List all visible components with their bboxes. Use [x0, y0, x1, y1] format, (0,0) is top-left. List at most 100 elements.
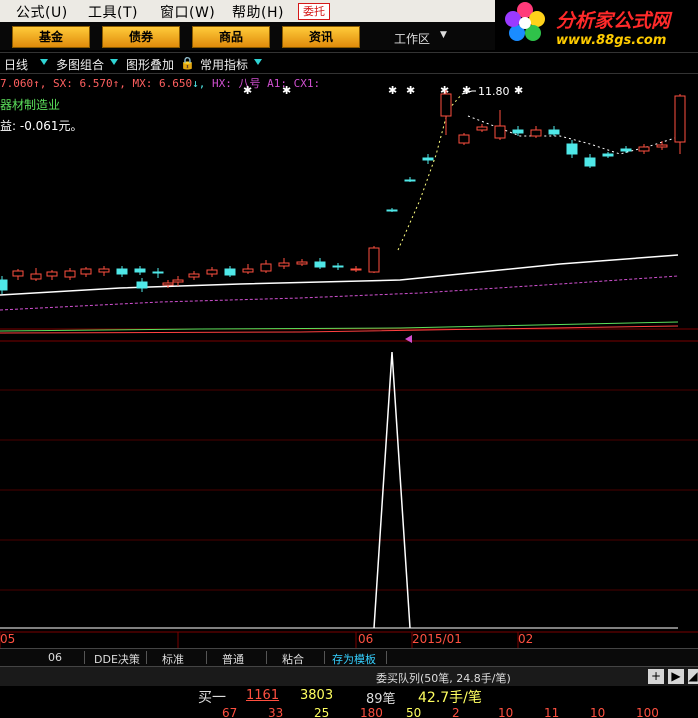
candle-body — [136, 281, 148, 289]
menu-formula[interactable]: 公式(U) — [16, 2, 68, 22]
ma-line-white — [0, 254, 679, 296]
queue-detail-value: 67 — [222, 708, 238, 718]
tab-separator — [266, 651, 267, 664]
logo-url: www.88gs.com — [556, 33, 667, 48]
commodity-button[interactable]: 商品 — [192, 26, 270, 48]
queue-detail-value: 100 — [636, 708, 659, 718]
fund-button[interactable]: 基金 — [12, 26, 90, 48]
queue-detail-row: 67 33 25 180 50 2 10 11 10 100 — [0, 708, 698, 718]
signal-star-icon: ✱ — [243, 84, 252, 97]
candle-body — [386, 209, 398, 212]
candle-body — [152, 271, 164, 274]
queue-detail-value: 2 — [452, 708, 460, 718]
tab-save-template[interactable]: 存为模板 — [332, 651, 376, 667]
logo-title: 分析家公式网 — [556, 10, 671, 32]
candle-body — [296, 261, 308, 265]
candle-body — [332, 265, 344, 268]
buy-level-label: 买一 — [198, 690, 226, 706]
buy-count: 89笔 — [366, 692, 396, 707]
buy-volume: 3803 — [300, 688, 334, 703]
signal-star-icon: ✱ — [282, 84, 291, 97]
queue-detail-value: 180 — [360, 708, 383, 718]
menu-tools[interactable]: 工具(T) — [88, 2, 138, 22]
candle-body — [656, 144, 668, 148]
candle-body — [368, 247, 380, 273]
menu-window[interactable]: 窗口(W) — [160, 2, 215, 22]
tab-separator — [386, 651, 387, 664]
news-button[interactable]: 资讯 — [282, 26, 360, 48]
candle-body — [30, 273, 42, 280]
candle-body — [350, 268, 362, 271]
candle-body — [584, 157, 596, 167]
trend-dash-line — [397, 93, 463, 251]
order-button[interactable]: 委托 — [298, 3, 330, 20]
signal-star-icon: ✱ — [514, 84, 523, 97]
candle-body — [404, 179, 416, 182]
axis-label-2015-01: 2015/01 — [412, 632, 462, 646]
menu-help[interactable]: 帮助(H) — [232, 2, 284, 22]
signal-star-icon: ✱ — [406, 84, 415, 97]
buy-queue-header: 委买队列(50笔, 24.8手/笔) + ▶ ◢ — [0, 666, 698, 687]
candlestick-series — [0, 90, 686, 294]
lower-grid — [0, 389, 698, 591]
candle-body — [530, 129, 542, 137]
tab-standard[interactable]: 标准 — [162, 651, 184, 667]
axis-label-02: 02 — [518, 632, 533, 646]
template-tabs: 06 DDE决策 标准 普通 粘合 存为模板 — [0, 648, 698, 666]
workspace-dropdown-icon[interactable]: ▼ — [440, 30, 447, 40]
candle-body — [64, 270, 76, 278]
cursor-marker-icon — [405, 335, 412, 343]
signal-star-icon: ✱ — [388, 84, 397, 97]
candle-body — [458, 134, 470, 144]
ma-line-green — [0, 321, 679, 332]
expand-icon[interactable]: ◢ — [688, 669, 698, 684]
candle-body — [674, 95, 686, 143]
tab-normal[interactable]: 普通 — [222, 651, 244, 667]
candle-body — [638, 146, 650, 152]
candle-body — [422, 157, 434, 161]
candle-body — [46, 271, 58, 277]
queue-detail-value: 10 — [498, 708, 514, 718]
candle-body — [116, 268, 128, 275]
candle-body — [242, 268, 254, 273]
queue-detail-value: 25 — [314, 708, 330, 718]
tab-separator — [84, 651, 85, 664]
bond-button[interactable]: 债券 — [102, 26, 180, 48]
signal-star-icon: ✱ — [462, 84, 471, 97]
price-chart[interactable]: 11.80 ✱ ✱ ✱ ✱ ✱ ✱ ✱ 05 06 2015/01 02 — [0, 50, 698, 650]
candle-body — [0, 279, 8, 291]
axis-label-06: 06 — [358, 632, 373, 646]
buy-level-row: 买一 1161 3803 89笔 42.7手/笔 67 33 25 180 50 2 10 1… — [0, 686, 698, 718]
tab-separator — [146, 651, 147, 664]
candle-body — [162, 282, 174, 286]
queue-detail-value: 11 — [544, 708, 560, 718]
candle-body — [260, 263, 272, 272]
tab-dde[interactable]: DDE决策 — [94, 651, 140, 667]
tab-separator — [324, 651, 325, 664]
axis-label-05: 05 — [0, 632, 15, 646]
candle-body — [476, 126, 488, 131]
candle-body — [188, 273, 200, 278]
buy-avg: 42.7手/笔 — [418, 690, 482, 706]
buy-queue-title: 委买队列(50笔, 24.8手/笔) — [376, 672, 511, 685]
candle-body — [80, 268, 92, 275]
candle-body — [602, 153, 614, 157]
candle-body — [12, 270, 24, 277]
tab-06[interactable]: 06 — [48, 651, 62, 664]
candle-body — [278, 262, 290, 267]
next-arrow-icon[interactable]: ▶ — [668, 669, 684, 684]
workspace-menu[interactable]: 工作区 — [394, 30, 430, 47]
candle-body — [566, 143, 578, 155]
candle-body — [512, 129, 524, 134]
candle-body — [494, 125, 506, 139]
peak-price-label: 11.80 — [478, 85, 510, 98]
candle-body — [314, 261, 326, 268]
candle-body — [98, 268, 110, 273]
buy-price[interactable]: 1161 — [246, 688, 279, 703]
flower-logo-icon — [505, 2, 545, 41]
add-icon[interactable]: + — [648, 669, 664, 684]
candle-body — [224, 268, 236, 276]
candle-body — [134, 268, 146, 273]
tab-bond[interactable]: 粘合 — [282, 651, 304, 667]
candle-body — [548, 129, 560, 135]
